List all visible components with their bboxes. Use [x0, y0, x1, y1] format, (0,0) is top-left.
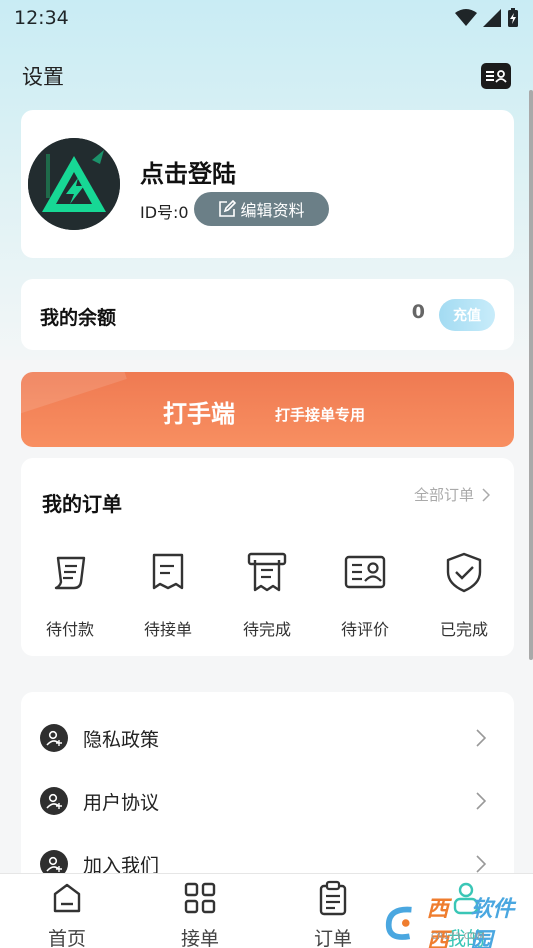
battery-icon: [508, 8, 518, 27]
fighter-entry-banner[interactable]: 打手端 打手接单专用: [21, 372, 514, 447]
app-logo-icon: [28, 138, 120, 230]
profile-card: 点击登陆 ID号:0 编辑资料: [21, 110, 514, 258]
order-label: 已完成: [439, 620, 488, 639]
avatar[interactable]: [28, 138, 120, 230]
chevron-right-icon: [482, 487, 490, 502]
watermark: 西西 软件园 CR173.COM: [383, 897, 533, 948]
user-add-icon: [40, 787, 68, 815]
status-bar: 12:34: [0, 0, 533, 36]
order-pending-accept[interactable]: 待接单: [123, 550, 213, 640]
home-icon: [53, 883, 81, 913]
tab-label: 首页: [47, 928, 86, 948]
order-label: 待付款: [45, 620, 94, 639]
order-label: 待评价: [340, 620, 389, 639]
clipboard-icon: [319, 880, 347, 916]
tab-label: 订单: [313, 928, 352, 948]
chevron-right-icon: [476, 855, 486, 873]
chevron-right-icon: [476, 792, 486, 810]
menu-label: 用户协议: [83, 791, 160, 814]
user-id: ID号:0: [140, 203, 189, 222]
tab-label: 接单: [180, 928, 219, 948]
tab-home[interactable]: 首页: [17, 880, 117, 948]
page-title: 设置: [22, 65, 64, 89]
order-pending-review[interactable]: 待评价: [320, 550, 410, 640]
scroll-icon: [54, 556, 86, 590]
order-label: 待接单: [143, 620, 192, 639]
balance-value: 0: [411, 301, 425, 323]
menu-label: 隐私政策: [83, 728, 160, 751]
orders-card: 我的订单 全部订单 待付款 待接单 待完成 待评价 已完成: [21, 458, 514, 656]
tab-accept-orders[interactable]: 接单: [150, 880, 250, 948]
receipt-icon: [152, 553, 184, 590]
balance-card: 我的余额 0 充值: [21, 279, 514, 350]
menu-card: 隐私政策 用户协议 加入我们: [21, 692, 514, 892]
fighter-subtitle: 打手接单专用: [275, 406, 366, 424]
all-orders-label: 全部订单: [413, 486, 474, 504]
fighter-title: 打手端: [163, 400, 235, 428]
page-header: 设置: [0, 56, 533, 96]
order-pending-complete[interactable]: 待完成: [222, 550, 312, 640]
chevron-right-icon: [476, 729, 486, 747]
menu-item-privacy[interactable]: 隐私政策: [21, 713, 514, 763]
recharge-button[interactable]: 充值: [439, 299, 495, 331]
watermark-logo-icon: [385, 906, 412, 940]
id-card-icon: [486, 70, 507, 83]
grid-icon: [184, 882, 216, 914]
id-card-icon: [344, 555, 386, 589]
menu-item-user-agreement[interactable]: 用户协议: [21, 776, 514, 826]
login-link[interactable]: 点击登陆: [140, 154, 236, 189]
tab-orders[interactable]: 订单: [283, 880, 383, 948]
printer-receipt-icon: [247, 552, 287, 592]
status-time: 12:34: [14, 7, 69, 29]
banner-decoration: [21, 372, 127, 423]
id-card-button[interactable]: [481, 63, 511, 89]
all-orders-link[interactable]: 全部订单: [414, 484, 490, 505]
order-pending-payment[interactable]: 待付款: [25, 550, 115, 640]
order-completed[interactable]: 已完成: [419, 550, 509, 640]
order-label: 待完成: [242, 620, 291, 639]
edit-profile-label: 编辑资料: [240, 201, 305, 220]
watermark-sub: CR173.COM: [431, 932, 485, 942]
edit-profile-button[interactable]: 编辑资料: [194, 192, 329, 226]
orders-title: 我的订单: [42, 492, 122, 516]
shield-check-icon: [446, 552, 482, 593]
balance-label: 我的余额: [40, 307, 117, 329]
scrollbar[interactable]: [529, 90, 533, 660]
signal-icon: [483, 9, 501, 27]
edit-icon: [219, 200, 237, 217]
wifi-icon: [455, 9, 477, 26]
status-icons: [455, 8, 519, 28]
user-add-icon: [40, 724, 68, 752]
